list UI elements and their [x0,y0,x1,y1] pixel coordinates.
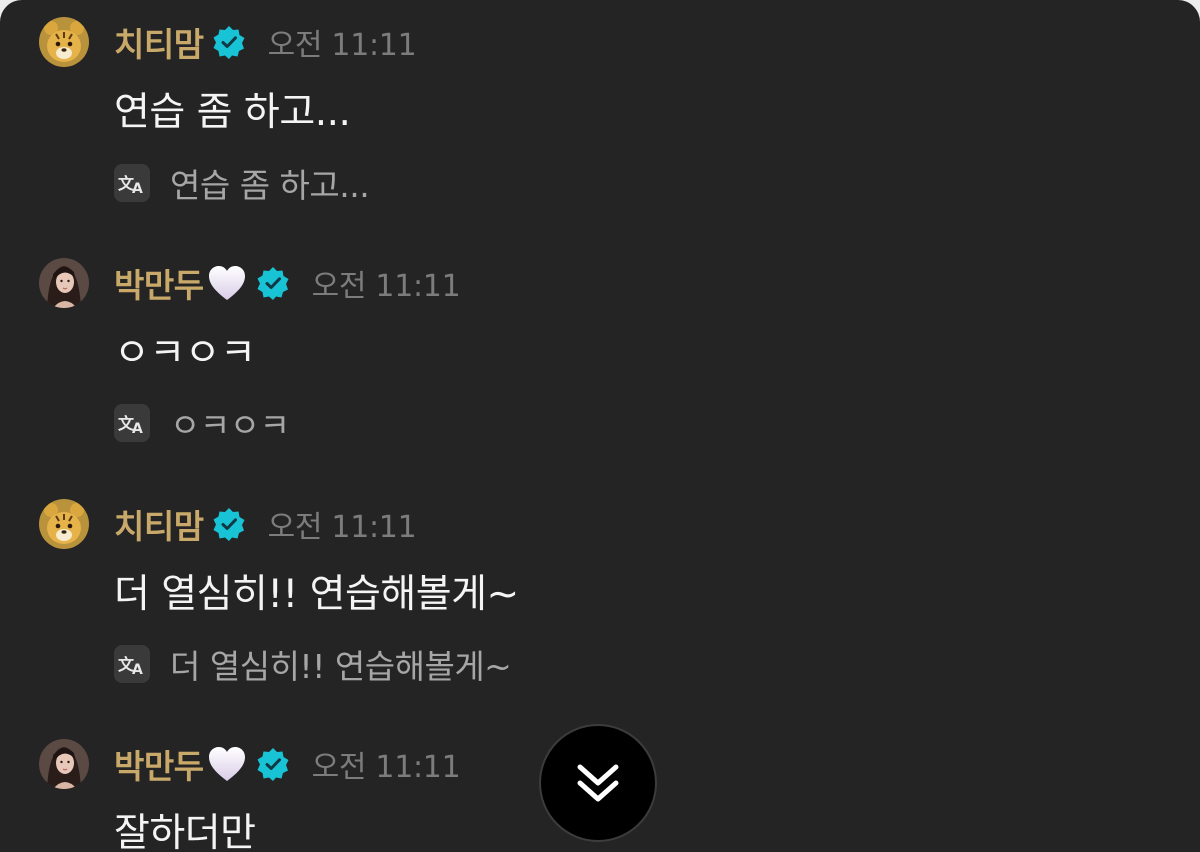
author-name[interactable]: 치티맘 [114,18,204,66]
message-text[interactable]: 잘하더만 [114,802,256,852]
avatar[interactable] [39,258,89,308]
author-name[interactable]: 치티맘 [114,500,204,548]
author-name[interactable]: 박만두 [114,259,204,307]
translation-text: 연습 좀 하고... [170,166,370,205]
verified-badge-icon [256,266,290,300]
verified-badge-icon [212,25,246,59]
message-timestamp: 오전 11:11 [267,28,417,63]
translation-text: ㅇㅋㅇㅋ [170,406,290,445]
double-chevron-down-icon [577,764,619,802]
svg-text:A: A [132,662,143,677]
translate-icon[interactable]: 文 A [114,404,150,442]
profile-photo-icon [39,258,89,308]
tiger-avatar-icon [39,499,89,549]
verified-badge-icon [212,507,246,541]
avatar[interactable] [39,739,89,789]
translation-row: 文 A 연습 좀 하고... [114,164,370,205]
tiger-avatar-icon [39,17,89,67]
message-text[interactable]: ㅇㅋㅇㅋ [114,322,256,378]
translate-icon[interactable]: 文 A [114,164,150,202]
scroll-to-bottom-button[interactable] [539,724,657,842]
chat-window: 치티맘 오전 11:11 연습 좀 하고... 文 A 연습 좀 하고... 박… [0,0,1200,852]
white-heart-icon [206,263,248,303]
message-timestamp: 오전 11:11 [267,510,417,545]
translate-icon[interactable]: 文 A [114,645,150,683]
verified-badge-icon [256,747,290,781]
message-timestamp: 오전 11:11 [311,750,461,785]
translation-text: 더 열심히!! 연습해볼게~ [170,647,512,686]
author-name[interactable]: 박만두 [114,740,204,788]
translation-row: 文 A 더 열심히!! 연습해볼게~ [114,645,512,686]
message-text[interactable]: 연습 좀 하고... [114,81,351,137]
message-timestamp: 오전 11:11 [311,269,461,304]
svg-text:A: A [132,421,143,436]
avatar[interactable] [39,17,89,67]
profile-photo-icon [39,739,89,789]
translation-row: 文 A ㅇㅋㅇㅋ [114,404,290,445]
message-text[interactable]: 더 열심히!! 연습해볼게~ [114,563,519,619]
white-heart-icon [206,744,248,784]
avatar[interactable] [39,499,89,549]
svg-text:A: A [132,181,143,196]
